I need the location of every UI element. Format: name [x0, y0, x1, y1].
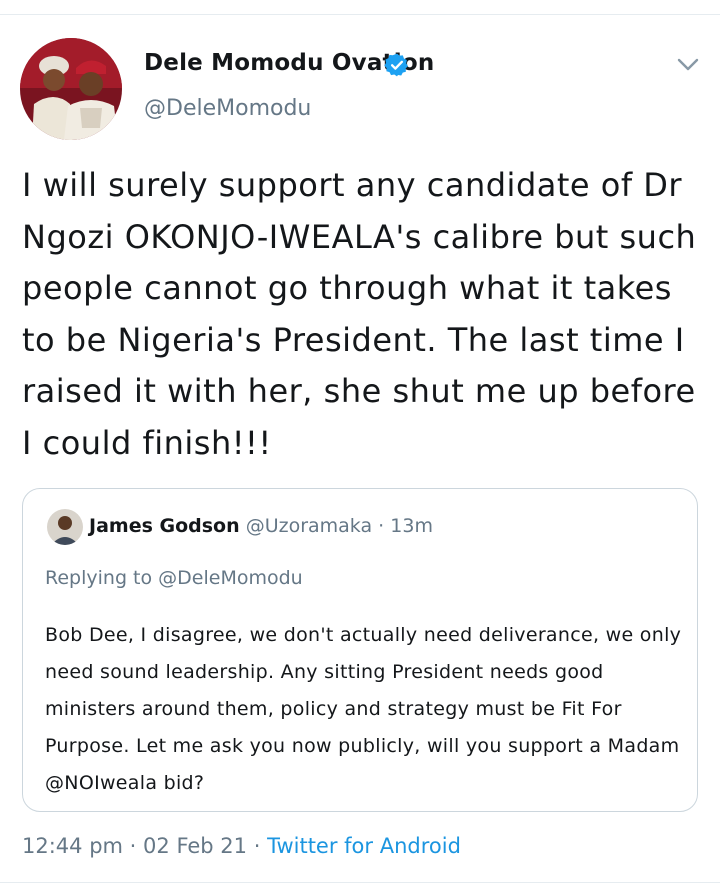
quoted-tweet-text: Bob Dee, I disagree, we don't actually n…	[45, 624, 682, 794]
separator-dot: ·	[378, 515, 385, 537]
separator-dot: ·	[129, 834, 137, 858]
quoted-author-name: James Godson	[89, 515, 240, 537]
bottom-divider	[0, 882, 720, 883]
quoted-author-avatar	[47, 509, 83, 545]
chevron-down-icon[interactable]	[676, 56, 700, 74]
tweet-source-link[interactable]: Twitter for Android	[267, 834, 461, 858]
author-handle[interactable]: @DeleMomodu	[144, 96, 311, 121]
top-divider	[0, 14, 720, 15]
quoted-author-handle: @Uzoramaka	[245, 515, 373, 537]
tweet-time: 12:44 pm	[22, 834, 123, 858]
tweet-text: I will surely support any candidate of D…	[22, 166, 697, 462]
quoted-tweet-time: 13m	[390, 515, 433, 537]
verified-badge-icon	[384, 53, 408, 77]
separator-dot: ·	[253, 834, 261, 858]
replying-to-label: Replying to @DeleMomodu	[45, 567, 303, 589]
quoted-tweet-card[interactable]: James Godson @Uzoramaka · 13m Replying t…	[22, 488, 698, 812]
tweet-date: 02 Feb 21	[143, 834, 248, 858]
author-avatar[interactable]	[20, 38, 122, 140]
tweet-meta: 12:44 pm · 02 Feb 21 · Twitter for Andro…	[22, 834, 461, 858]
quoted-tweet-header: James Godson @Uzoramaka · 13m	[89, 515, 433, 537]
